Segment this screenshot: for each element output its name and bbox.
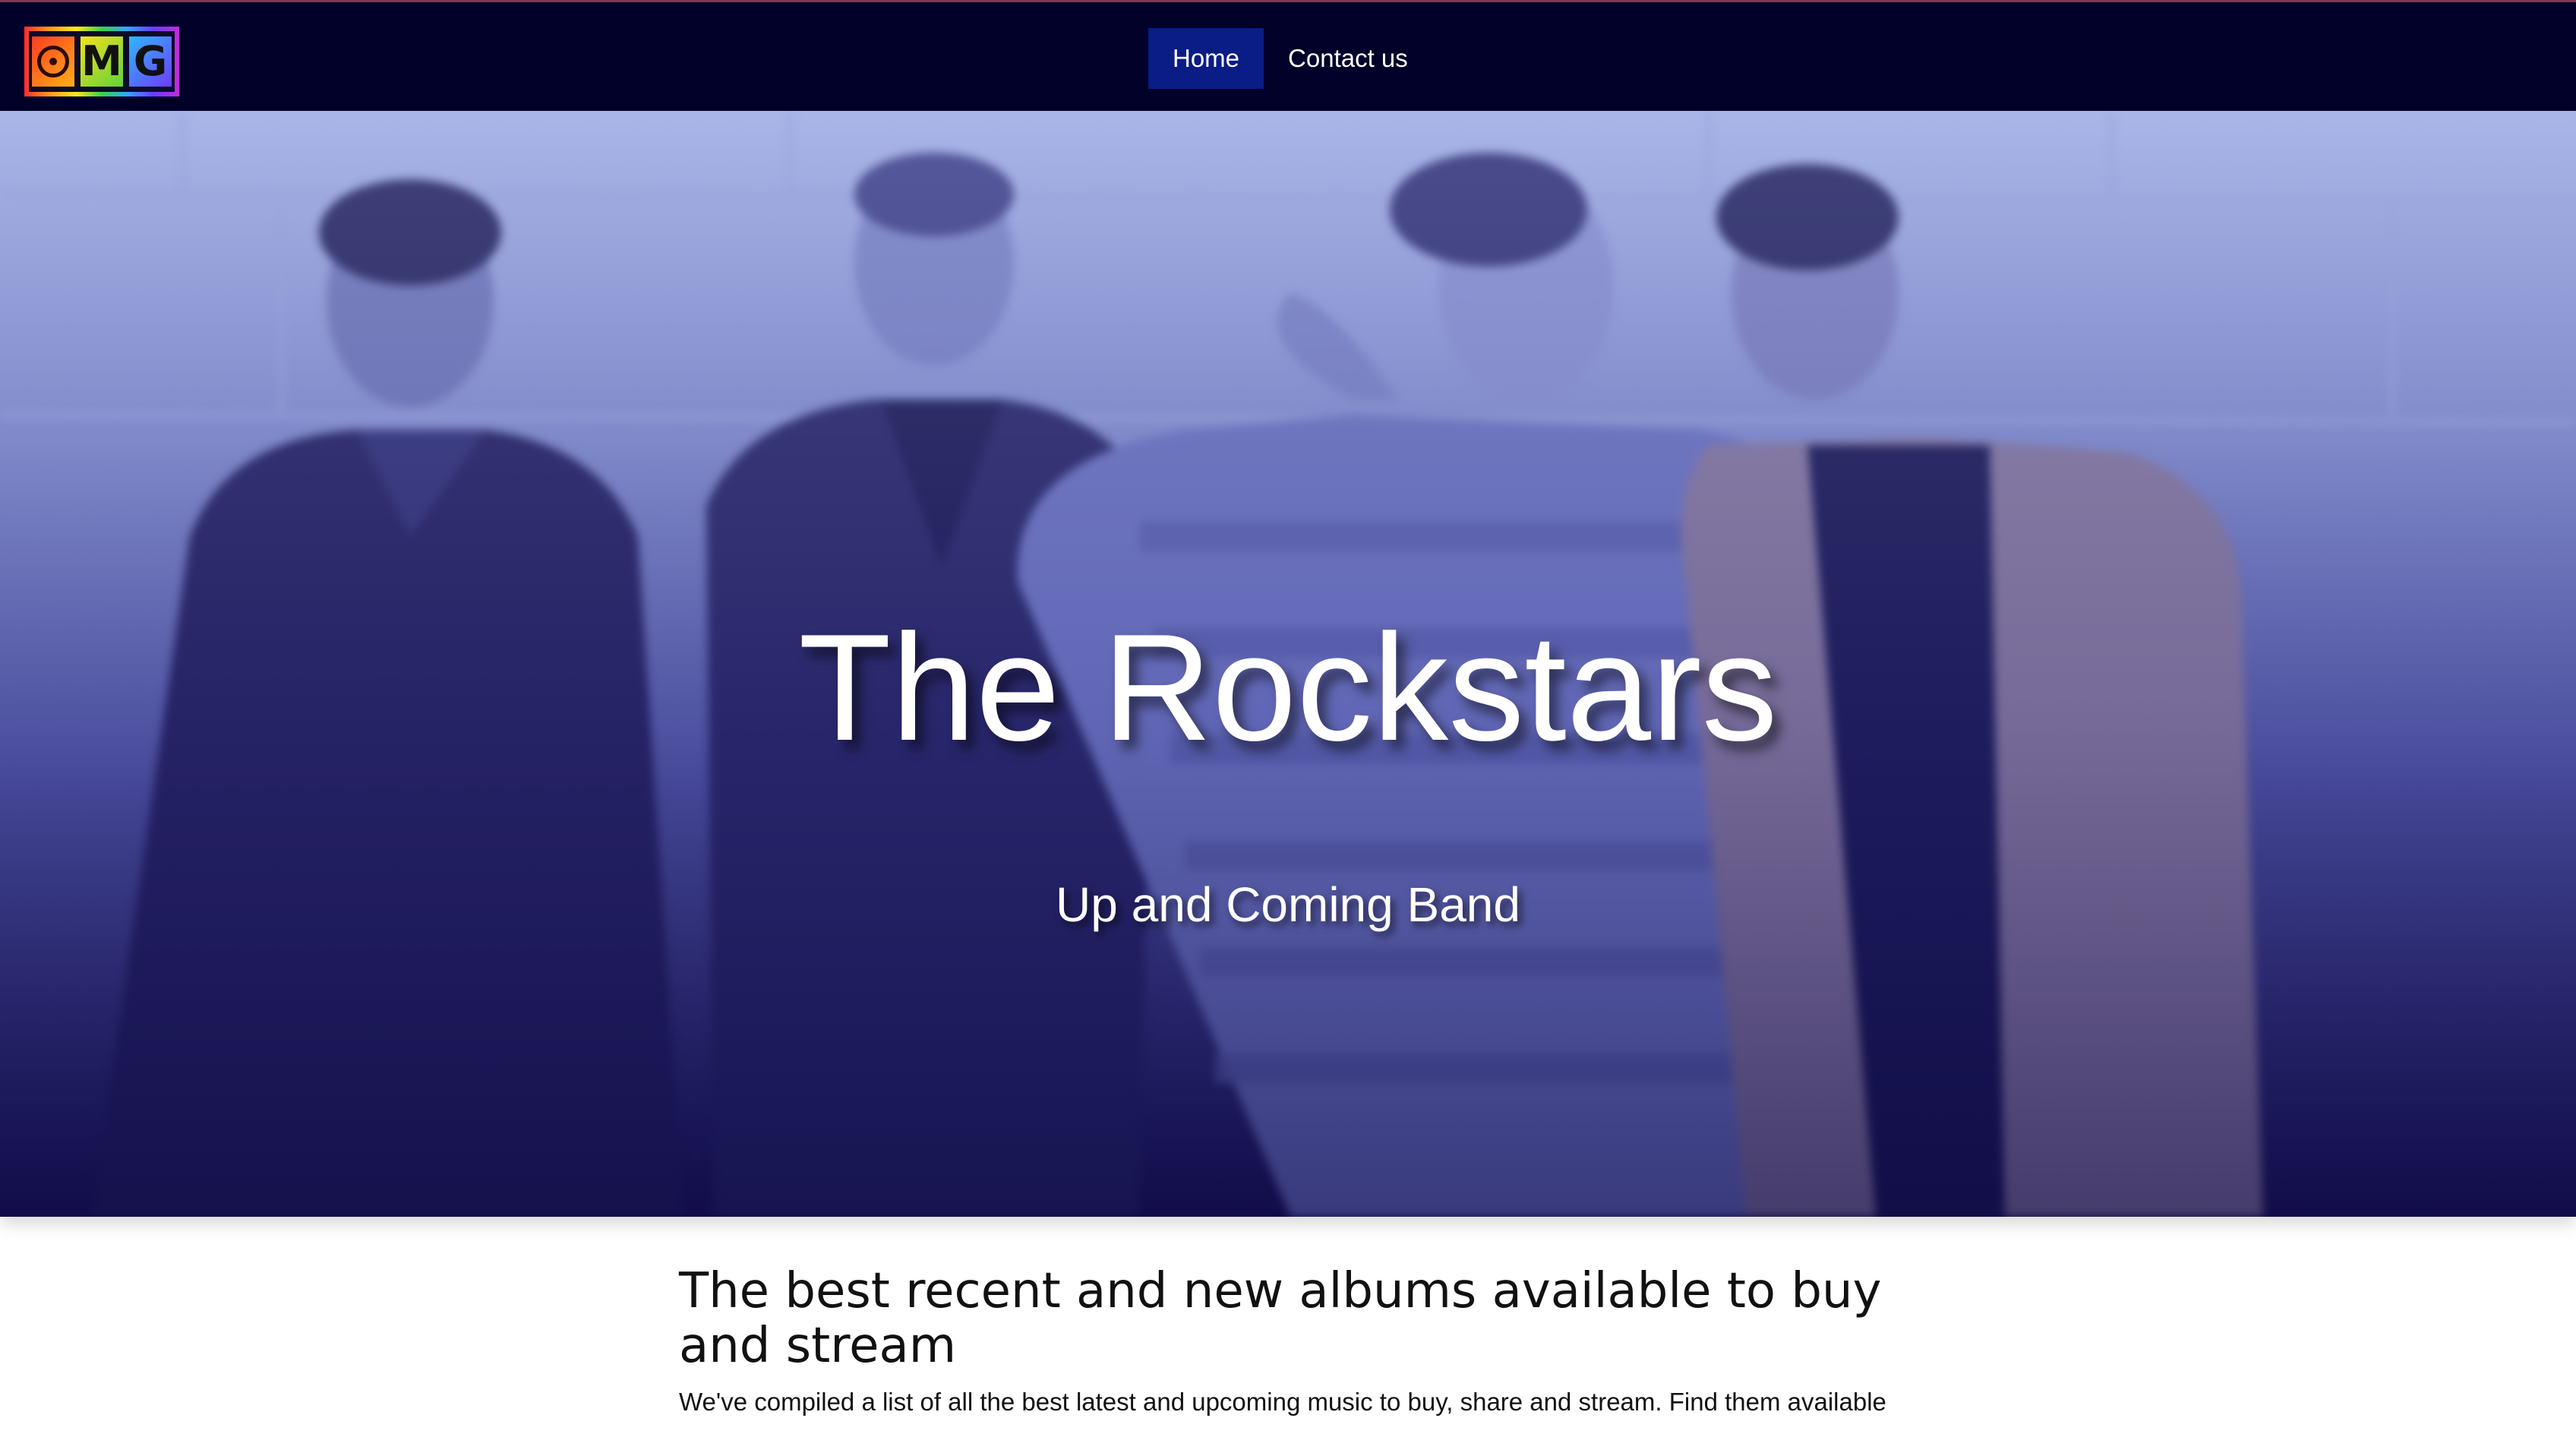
hero-title: The Rockstars: [798, 603, 1778, 772]
nav-home-link[interactable]: Home: [1148, 28, 1264, 89]
hero-banner: The Rockstars Up and Coming Band: [0, 111, 2576, 1217]
nav-contact-link[interactable]: Contact us: [1264, 28, 1432, 89]
logo-badge-o: [32, 36, 74, 87]
page: M G Home Contact us The Rockstars Up and…: [0, 0, 2576, 1434]
logo-badge-m: M: [80, 36, 123, 87]
vinyl-record-icon: [37, 46, 69, 77]
main-nav: Home Contact us: [1148, 28, 1432, 89]
logo-letter-m: M: [81, 37, 122, 85]
main-content: The best recent and new albums available…: [679, 1264, 1909, 1419]
logo-letter-g: G: [133, 37, 168, 85]
hero-subtitle: Up and Coming Band: [1056, 877, 1520, 932]
logo-badge-g: G: [129, 36, 172, 87]
section-intro: We've compiled a list of all the best la…: [679, 1388, 1886, 1416]
section-heading: The best recent and new albums available…: [679, 1263, 1882, 1374]
navbar: M G Home Contact us: [0, 0, 2576, 111]
site-logo[interactable]: M G: [24, 27, 179, 96]
